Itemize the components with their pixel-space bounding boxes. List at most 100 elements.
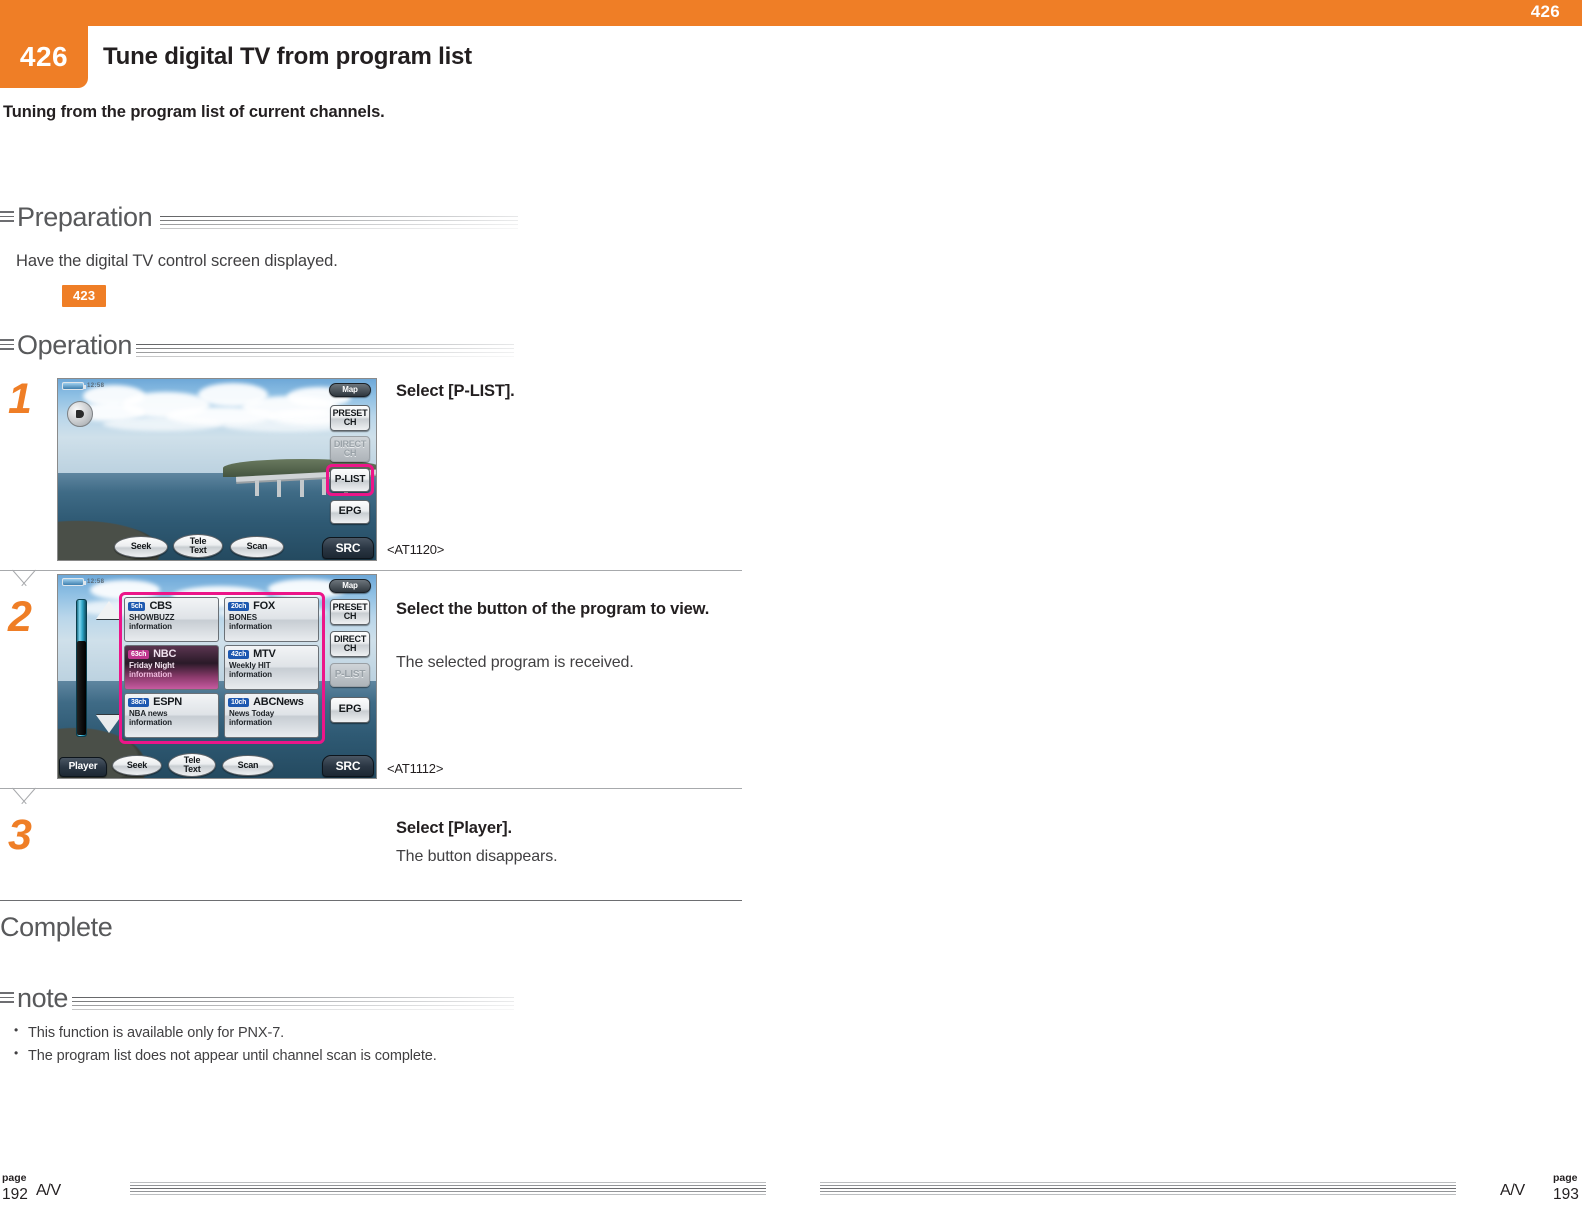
player-button[interactable]: Player xyxy=(59,757,107,777)
scroll-up-arrow[interactable] xyxy=(96,601,122,619)
battery-icon xyxy=(62,578,86,586)
program-title: BONES xyxy=(229,613,257,622)
hamburger-icon xyxy=(0,339,14,352)
program-title: Friday Night xyxy=(129,661,175,670)
step-1-heading: Select [P-LIST]. xyxy=(396,382,515,400)
preparation-label: Preparation xyxy=(17,202,153,232)
step-divider-2 xyxy=(0,788,742,808)
heading-rule xyxy=(160,216,518,230)
footer-left-av: A/V xyxy=(36,1182,61,1199)
program-list[interactable]: 5ch CBS SHOWBUZZ information 20ch FOX BONES inf… xyxy=(124,597,320,739)
reference-page-chip[interactable]: 423 xyxy=(62,285,107,307)
footer-right-page-label: page xyxy=(1553,1172,1578,1184)
operation-label: Operation xyxy=(17,330,132,360)
footer-left-page-label: page xyxy=(2,1172,27,1184)
scroll-down-arrow[interactable] xyxy=(96,715,122,733)
footer-right-page-number: 193 xyxy=(1553,1186,1579,1203)
page-title: Tune digital TV from program list xyxy=(103,43,472,70)
footer-right-rule xyxy=(820,1182,1456,1200)
program-title: SHOWBUZZ xyxy=(129,613,175,622)
epg-button[interactable]: EPG xyxy=(330,500,370,524)
top-orange-bar: 426 xyxy=(0,0,1582,26)
channel-badge: 5ch xyxy=(128,601,146,611)
channel-badge: 10ch xyxy=(228,697,250,707)
top-page-number: 426 xyxy=(1530,2,1560,21)
step-number-2: 2 xyxy=(8,593,32,641)
preparation-text: Have the digital TV control screen displ… xyxy=(16,252,338,270)
battery-icon xyxy=(62,382,86,390)
seek-button[interactable]: Seek xyxy=(112,755,162,776)
step-number-3: 3 xyxy=(8,811,32,859)
program-list-item[interactable]: 38ch ESPN NBA news information xyxy=(124,693,219,738)
note-items: This function is available only for PNX-… xyxy=(10,1021,710,1069)
footer-right-av: A/V xyxy=(1500,1182,1525,1199)
heading-rule xyxy=(72,997,514,1011)
complete-label: Complete xyxy=(0,912,113,942)
direct-ch-button[interactable]: DIRECT CH xyxy=(330,631,370,657)
program-info: information xyxy=(129,622,172,631)
program-list-item[interactable]: 42ch MTV Weekly HIT information xyxy=(224,645,319,690)
map-button[interactable]: Map xyxy=(329,383,371,397)
manual-page: 426 426 Tune digital TV from program lis… xyxy=(0,0,1582,1211)
section-number: 426 xyxy=(19,41,69,72)
heading-rule xyxy=(136,344,514,358)
channel-badge: 20ch xyxy=(228,601,250,611)
preset-ch-button[interactable]: PRESET CH xyxy=(330,405,370,431)
preset-ch-button[interactable]: PRESET CH xyxy=(330,599,370,625)
note-item: The program list does not appear until c… xyxy=(10,1044,710,1068)
program-info: information xyxy=(229,670,272,679)
src-button[interactable]: SRC xyxy=(322,537,374,559)
channel-badge: 38ch xyxy=(128,697,150,707)
network-name: CBS xyxy=(149,600,172,612)
step-number-1: 1 xyxy=(8,375,32,423)
network-name: NBC xyxy=(153,648,177,660)
complete-rule xyxy=(0,900,742,901)
network-name: FOX xyxy=(253,600,275,612)
clock-text: 12:58 xyxy=(87,383,105,389)
teletext-button[interactable]: Tele Text xyxy=(168,753,216,777)
direct-ch-button: DIRECT CH xyxy=(330,436,370,462)
channel-badge: 42ch xyxy=(228,649,250,659)
network-name: ABCNews xyxy=(253,696,304,708)
program-list-item[interactable]: 5ch CBS SHOWBUZZ information xyxy=(124,597,219,642)
step-1-caption: <AT1120> xyxy=(387,542,445,557)
step-2-subtext: The selected program is received. xyxy=(396,654,634,671)
program-list-item[interactable]: 63ch NBC Friday Night information xyxy=(124,645,219,690)
seek-button[interactable]: Seek xyxy=(114,536,168,558)
program-info: information xyxy=(129,670,172,679)
map-button[interactable]: Map xyxy=(329,579,371,593)
network-name: ESPN xyxy=(153,696,182,708)
tv-program-list-screenshot-2: 12:58 5ch CBS SHOWBUZZ information 20ch FOX BO… xyxy=(57,574,377,779)
tv-control-screen-screenshot-1: 12:58 Map PRESET CH DIRECT CH P-LIST EPG… xyxy=(57,378,377,561)
step-2-heading: Select the button of the program to view… xyxy=(396,600,710,618)
footer-left-page-number: 192 xyxy=(2,1186,28,1203)
program-title: NBA news xyxy=(129,709,168,718)
scan-button[interactable]: Scan xyxy=(230,536,284,558)
program-info: information xyxy=(229,718,272,727)
p-list-button: P-LIST xyxy=(330,663,370,687)
step-3-subtext: The button disappears. xyxy=(396,848,558,865)
step-2-caption: <AT1112> xyxy=(387,761,444,776)
page-subtitle: Tuning from the program list of current … xyxy=(3,103,385,121)
section-number-tab: 426 xyxy=(0,26,88,88)
channel-badge: 63ch xyxy=(128,649,150,659)
program-list-item[interactable]: 10ch ABCNews News Today information xyxy=(224,693,319,738)
epg-button[interactable]: EPG xyxy=(330,697,370,723)
program-title: News Today xyxy=(229,709,275,718)
scrollbar-thumb[interactable] xyxy=(77,641,86,735)
step-3-heading: Select [Player]. xyxy=(396,819,512,837)
program-list-item[interactable]: 20ch FOX BONES information xyxy=(224,597,319,642)
status-bar: 12:58 xyxy=(62,578,104,586)
status-bar: 12:58 xyxy=(62,382,104,390)
src-button[interactable]: SRC xyxy=(322,755,374,777)
teletext-button[interactable]: Tele Text xyxy=(173,534,223,558)
p-list-button[interactable]: P-LIST xyxy=(330,468,370,492)
scan-button[interactable]: Scan xyxy=(222,755,274,776)
program-info: information xyxy=(229,622,272,631)
program-info: information xyxy=(129,718,172,727)
note-item: This function is available only for PNX-… xyxy=(10,1021,710,1045)
footer-left-rule xyxy=(130,1182,766,1200)
network-name: MTV xyxy=(253,648,276,660)
note-label: note xyxy=(17,983,68,1013)
sound-icon[interactable] xyxy=(67,401,93,427)
